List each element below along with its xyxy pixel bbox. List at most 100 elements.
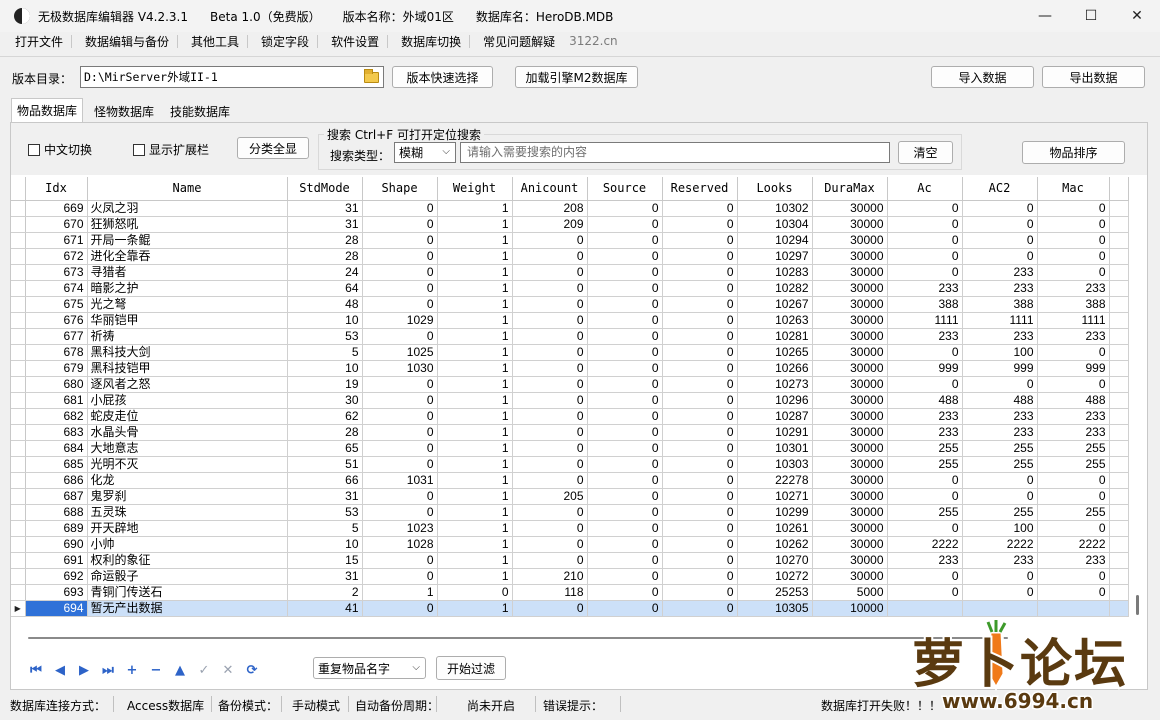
column-header-stdmode[interactable]: StdMode — [287, 177, 363, 201]
last-icon[interactable]: ⏭ — [96, 660, 120, 680]
cell-name[interactable]: 小帅 — [87, 536, 288, 553]
version-dir-input[interactable]: D:\MirServer外域II-1 — [80, 66, 384, 88]
cell-looks[interactable]: 10301 — [737, 440, 813, 457]
cell-ac2[interactable]: 0 — [962, 248, 1038, 265]
cell-stdmode[interactable]: 5 — [287, 344, 363, 361]
import-data-button[interactable]: 导入数据 — [931, 66, 1034, 88]
cell-source[interactable]: 0 — [587, 200, 663, 217]
cell-ac[interactable]: 255 — [887, 504, 963, 521]
cell-idx[interactable]: 672 — [25, 248, 88, 265]
cell-ac[interactable]: 0 — [887, 376, 963, 393]
cell-shape[interactable]: 0 — [362, 392, 438, 409]
cell-name[interactable]: 化龙 — [87, 472, 288, 489]
cell-weight[interactable]: 1 — [437, 264, 513, 281]
cell-anicount[interactable]: 0 — [512, 504, 588, 521]
cell-anicount[interactable]: 205 — [512, 488, 588, 505]
cell-duramax[interactable]: 30000 — [812, 216, 888, 233]
cell-anicount[interactable]: 0 — [512, 344, 588, 361]
menu-lock-fields[interactable]: 锁定字段 — [247, 33, 317, 50]
cell-duramax[interactable]: 30000 — [812, 408, 888, 425]
cell-idx[interactable]: 673 — [25, 264, 88, 281]
cell-shape[interactable]: 1 — [362, 584, 438, 601]
cell-ac2[interactable]: 100 — [962, 344, 1038, 361]
cell-source[interactable]: 0 — [587, 280, 663, 297]
first-icon[interactable]: ⏮ — [24, 660, 48, 680]
cell-ac2[interactable]: 233 — [962, 280, 1038, 297]
cell-stdmode[interactable]: 28 — [287, 232, 363, 249]
maximize-button[interactable]: ☐ — [1068, 0, 1114, 32]
table-row[interactable]: 683 水晶头骨 28 0 1 0 0 0 10291 30000 233 233 233 — [11, 424, 1129, 441]
cell-name[interactable]: 权利的象征 — [87, 552, 288, 569]
cell-name[interactable]: 青铜门传送石 — [87, 584, 288, 601]
cell-shape[interactable]: 0 — [362, 232, 438, 249]
edit-icon[interactable]: ▲ — [168, 660, 192, 680]
cell-ac2[interactable]: 388 — [962, 296, 1038, 313]
cell-anicount[interactable]: 208 — [512, 200, 588, 217]
cell-anicount[interactable]: 0 — [512, 312, 588, 329]
cell-name[interactable]: 狂狮怒吼 — [87, 216, 288, 233]
cell-ac2[interactable]: 0 — [962, 232, 1038, 249]
cell-ac[interactable]: 0 — [887, 232, 963, 249]
cell-weight[interactable]: 1 — [437, 488, 513, 505]
table-row[interactable]: 693 青铜门传送石 2 1 0 118 0 0 25253 5000 0 0 0 — [11, 584, 1129, 601]
cell-name[interactable]: 蛇皮走位 — [87, 408, 288, 425]
cell-source[interactable]: 0 — [587, 312, 663, 329]
cell-idx[interactable]: 688 — [25, 504, 88, 521]
cell-looks[interactable]: 10263 — [737, 312, 813, 329]
cell-duramax[interactable]: 30000 — [812, 440, 888, 457]
cell-reserved[interactable]: 0 — [662, 536, 738, 553]
table-row[interactable]: 686 化龙 66 1031 1 0 0 0 22278 30000 0 0 0 — [11, 472, 1129, 489]
cell-looks[interactable]: 10302 — [737, 200, 813, 217]
cell-weight[interactable]: 1 — [437, 440, 513, 457]
cell-duramax[interactable]: 30000 — [812, 232, 888, 249]
cell-duramax[interactable]: 30000 — [812, 248, 888, 265]
cell-looks[interactable]: 10294 — [737, 232, 813, 249]
menu-other-tools[interactable]: 其他工具 — [177, 33, 247, 50]
table-row[interactable]: 692 命运骰子 31 0 1 210 0 0 10272 30000 0 0 0 — [11, 568, 1129, 585]
cell-weight[interactable]: 1 — [437, 248, 513, 265]
column-header-idx[interactable]: Idx — [25, 177, 88, 201]
cell-idx[interactable]: 692 — [25, 568, 88, 585]
cell-name[interactable]: 水晶头骨 — [87, 424, 288, 441]
cell-source[interactable]: 0 — [587, 552, 663, 569]
cell-anicount[interactable]: 0 — [512, 536, 588, 553]
cell-duramax[interactable]: 30000 — [812, 504, 888, 521]
cell-reserved[interactable]: 0 — [662, 264, 738, 281]
cell-source[interactable]: 0 — [587, 424, 663, 441]
cell-ac[interactable]: 388 — [887, 296, 963, 313]
cell-ac[interactable]: 0 — [887, 216, 963, 233]
cell-ac[interactable]: 0 — [887, 584, 963, 601]
cell-looks[interactable]: 10266 — [737, 360, 813, 377]
cell-idx[interactable]: 671 — [25, 232, 88, 249]
cell-name[interactable]: 大地意志 — [87, 440, 288, 457]
cell-mac[interactable]: 233 — [1037, 424, 1110, 441]
cell-shape[interactable]: 0 — [362, 600, 438, 617]
cell-idx[interactable]: 676 — [25, 312, 88, 329]
menu-open-file[interactable]: 打开文件 — [0, 33, 71, 50]
cell-reserved[interactable]: 0 — [662, 280, 738, 297]
cell-mac[interactable]: 255 — [1037, 456, 1110, 473]
cell-source[interactable]: 0 — [587, 600, 663, 617]
cell-source[interactable]: 0 — [587, 328, 663, 345]
search-input[interactable]: 请输入需要搜索的内容 — [460, 142, 890, 163]
table-row[interactable]: 678 黑科技大剑 5 1025 1 0 0 0 10265 30000 0 100 0 — [11, 344, 1129, 361]
cell-source[interactable]: 0 — [587, 360, 663, 377]
cell-ac2[interactable]: 100 — [962, 520, 1038, 537]
cell-name[interactable]: 寻猎者 — [87, 264, 288, 281]
cell-mac[interactable]: 255 — [1037, 440, 1110, 457]
cell-mac[interactable]: 233 — [1037, 552, 1110, 569]
cell-stdmode[interactable]: 51 — [287, 456, 363, 473]
cell-anicount[interactable]: 0 — [512, 328, 588, 345]
cell-mac[interactable]: 488 — [1037, 392, 1110, 409]
cell-shape[interactable]: 1030 — [362, 360, 438, 377]
table-row[interactable]: 688 五灵珠 53 0 1 0 0 0 10299 30000 255 255 255 — [11, 504, 1129, 521]
cell-anicount[interactable]: 0 — [512, 248, 588, 265]
cell-looks[interactable]: 10261 — [737, 520, 813, 537]
cell-idx[interactable]: 685 — [25, 456, 88, 473]
cell-anicount[interactable]: 0 — [512, 392, 588, 409]
cell-mac[interactable]: 1111 — [1037, 312, 1110, 329]
menu-faq[interactable]: 常见问题解疑 — [469, 33, 563, 50]
cell-source[interactable]: 0 — [587, 568, 663, 585]
cell-looks[interactable]: 10272 — [737, 568, 813, 585]
cell-shape[interactable]: 0 — [362, 248, 438, 265]
